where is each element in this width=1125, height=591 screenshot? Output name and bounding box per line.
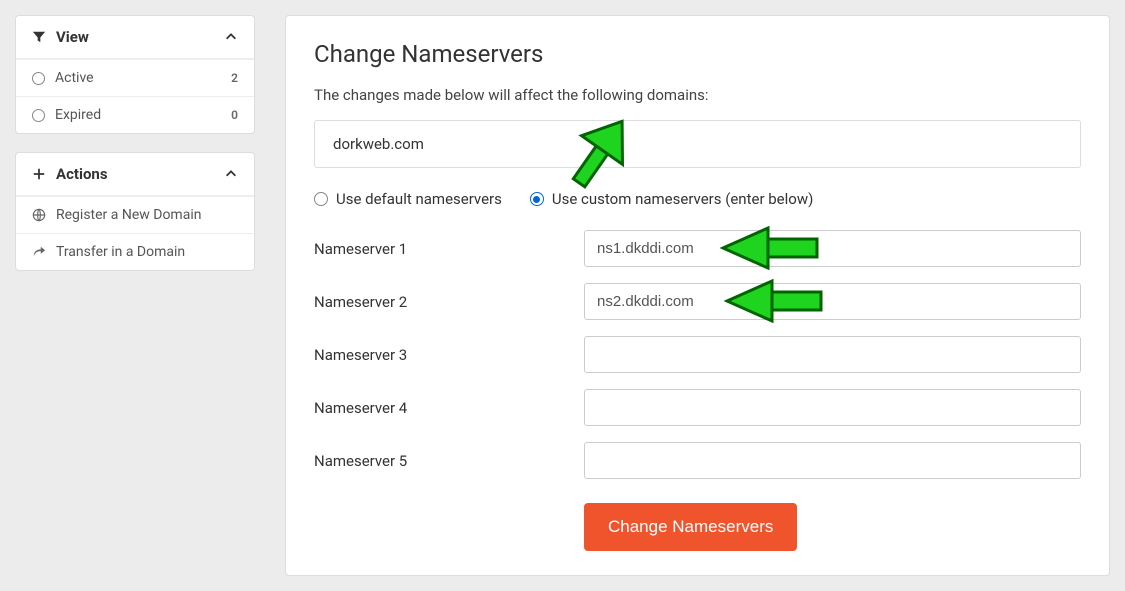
view-item-active[interactable]: Active 2 <box>16 59 254 96</box>
ns3-input[interactable] <box>584 336 1081 373</box>
radio-label: Use custom nameservers (enter below) <box>552 190 813 208</box>
action-register-domain[interactable]: Register a New Domain <box>16 196 254 233</box>
ns4-label: Nameserver 4 <box>314 399 584 417</box>
radio-custom-nameservers[interactable]: Use custom nameservers (enter below) <box>530 190 813 208</box>
actions-panel: Actions Register a New Domain Transfer i… <box>15 152 255 271</box>
plus-icon <box>32 167 46 181</box>
radio-default-nameservers[interactable]: Use default nameservers <box>314 190 502 208</box>
action-item-label: Transfer in a Domain <box>56 244 185 260</box>
action-item-label: Register a New Domain <box>56 207 201 223</box>
radio-label: Use default nameservers <box>336 190 502 208</box>
domain-box: dorkweb.com <box>314 120 1081 168</box>
chevron-up-icon <box>224 30 238 44</box>
actions-title: Actions <box>56 165 108 183</box>
circle-icon <box>32 109 45 122</box>
view-title: View <box>56 28 89 46</box>
page-description: The changes made below will affect the f… <box>314 86 1081 104</box>
ns1-label: Nameserver 1 <box>314 240 584 258</box>
circle-icon <box>32 72 45 85</box>
radio-icon <box>314 192 328 206</box>
ns5-label: Nameserver 5 <box>314 452 584 470</box>
view-item-count: 2 <box>231 71 238 85</box>
share-icon <box>32 245 46 259</box>
main-content: Change Nameservers The changes made belo… <box>285 15 1110 576</box>
view-panel-header[interactable]: View <box>16 16 254 59</box>
page-title: Change Nameservers <box>314 40 1081 68</box>
ns2-input[interactable] <box>584 283 1081 320</box>
view-item-count: 0 <box>231 108 238 122</box>
change-nameservers-button[interactable]: Change Nameservers <box>584 503 797 551</box>
ns2-label: Nameserver 2 <box>314 293 584 311</box>
ns3-label: Nameserver 3 <box>314 346 584 364</box>
view-item-label: Active <box>55 70 94 86</box>
ns5-input[interactable] <box>584 442 1081 479</box>
chevron-up-icon <box>224 167 238 181</box>
ns1-input[interactable] <box>584 230 1081 267</box>
filter-icon <box>32 30 46 44</box>
radio-icon <box>530 192 544 206</box>
ns4-input[interactable] <box>584 389 1081 426</box>
view-panel: View Active 2 Expired 0 <box>15 15 255 134</box>
globe-icon <box>32 208 46 222</box>
action-transfer-domain[interactable]: Transfer in a Domain <box>16 233 254 270</box>
actions-panel-header[interactable]: Actions <box>16 153 254 196</box>
view-item-label: Expired <box>55 107 101 123</box>
view-item-expired[interactable]: Expired 0 <box>16 96 254 133</box>
